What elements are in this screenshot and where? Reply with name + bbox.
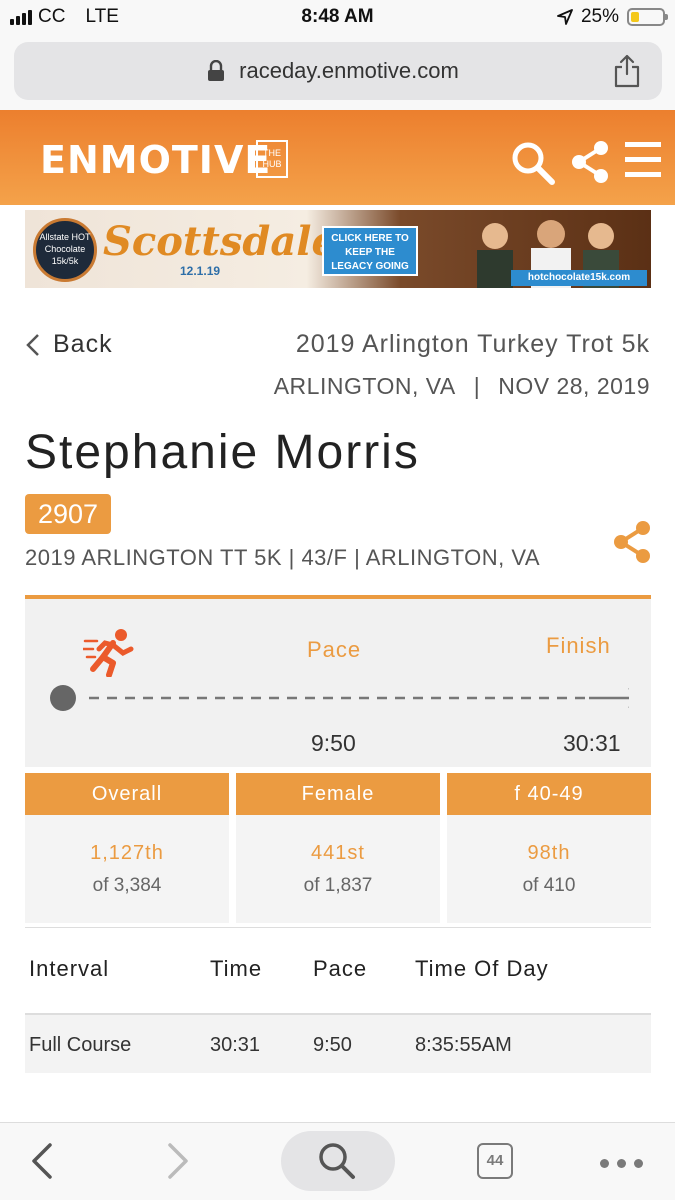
browser-forward-icon[interactable] — [166, 1141, 190, 1181]
ad-event-badge: Allstate HOT Chocolate 15k/5k — [33, 218, 97, 282]
bib-number: 2907 — [25, 494, 111, 534]
battery-fill — [631, 12, 639, 22]
search-icon — [319, 1143, 355, 1179]
rank-gender: Female 441st of 1,837 — [236, 773, 440, 923]
rank-place: 98th — [527, 842, 571, 864]
status-right: 25% — [557, 6, 668, 28]
battery-icon — [627, 8, 668, 26]
race-date: NOV 28, 2019 — [498, 373, 650, 399]
split-time: 30:31 — [210, 1034, 261, 1056]
battery-percent: 25% — [580, 6, 619, 27]
url-text: raceday.enmotive.com — [239, 58, 459, 83]
tabs-button[interactable]: 44 — [477, 1143, 513, 1179]
share-result-icon[interactable] — [612, 520, 652, 564]
ad-site-url: hotchocolate15k.com — [511, 270, 647, 286]
split-pace: 9:50 — [313, 1034, 352, 1056]
back-label: Back — [53, 330, 113, 358]
browser-toolbar: 44 — [0, 1122, 675, 1200]
progress-track — [50, 685, 629, 711]
rank-total: of 410 — [522, 875, 576, 896]
rank-place: 441st — [311, 842, 365, 864]
logo-hub-badge: THE HUB — [256, 140, 288, 178]
column-time-of-day: Time Of Day — [415, 956, 549, 981]
start-marker — [50, 685, 76, 711]
share-page-icon[interactable] — [612, 54, 642, 88]
ad-date: 12.1.19 — [180, 264, 221, 278]
ad-cta-button[interactable]: CLICK HERE TO KEEP THE LEGACY GOING — [322, 226, 418, 276]
ad-banner[interactable]: Allstate HOT Chocolate 15k/5k Scottsdale… — [25, 210, 651, 288]
split-interval: Full Course — [29, 1034, 132, 1056]
rank-total: of 1,837 — [303, 875, 373, 896]
race-meta-separator: | — [473, 373, 481, 399]
split-time-of-day: 8:35:55AM — [415, 1034, 512, 1056]
browser-address-area: raceday.enmotive.com — [0, 36, 675, 110]
column-time: Time — [210, 956, 263, 981]
rank-label: Overall — [25, 773, 229, 815]
share-icon[interactable] — [570, 140, 610, 184]
browser-back-icon[interactable] — [30, 1141, 54, 1181]
rank-place: 1,127th — [90, 842, 164, 864]
search-icon[interactable] — [510, 140, 556, 186]
location-arrow-icon — [557, 9, 573, 25]
athlete-meta: 2019 ARLINGTON TT 5K | 43/F | ARLINGTON,… — [25, 545, 541, 570]
rank-label: Female — [236, 773, 440, 815]
rank-total: of 3,384 — [92, 875, 162, 896]
splits-header: Interval Time Pace Time Of Day — [25, 927, 651, 1007]
pace-value: 9:50 — [311, 730, 356, 756]
finish-time: 30:31 — [563, 730, 621, 756]
chevron-left-icon — [26, 333, 39, 356]
enmotive-logo[interactable]: ENMOTIVE — [40, 138, 271, 182]
finish-label: Finish — [546, 633, 611, 658]
back-link[interactable]: Back — [25, 330, 113, 359]
rank-overall: Overall 1,127th of 3,384 — [25, 773, 229, 923]
rank-label: f 40-49 — [447, 773, 651, 815]
column-interval: Interval — [29, 956, 110, 981]
ad-city: Scottsdale — [103, 218, 337, 265]
race-name: 2019 Arlington Turkey Trot 5k — [295, 330, 650, 358]
pace-label: Pace — [307, 637, 362, 662]
site-header: ENMOTIVE THE HUB — [0, 110, 675, 205]
more-options-icon[interactable] — [600, 1159, 643, 1168]
status-bar: CC LTE 8:48 AM 25% — [0, 0, 675, 36]
progress-card: Pace Finish 9:50 30:31 — [25, 595, 651, 767]
table-row: Full Course 30:31 9:50 8:35:55AM — [25, 1013, 651, 1073]
toolbar-search-button[interactable] — [281, 1131, 395, 1191]
column-pace: Pace — [313, 956, 368, 981]
athlete-name: Stephanie Morris — [25, 426, 420, 479]
runner-icon — [83, 629, 134, 677]
race-meta: ARLINGTON, VA | NOV 28, 2019 — [274, 373, 650, 400]
menu-icon[interactable] — [625, 140, 661, 180]
rank-age-group: f 40-49 98th of 410 — [447, 773, 651, 923]
address-bar[interactable]: raceday.enmotive.com — [14, 42, 662, 100]
race-location: ARLINGTON, VA — [273, 373, 456, 399]
